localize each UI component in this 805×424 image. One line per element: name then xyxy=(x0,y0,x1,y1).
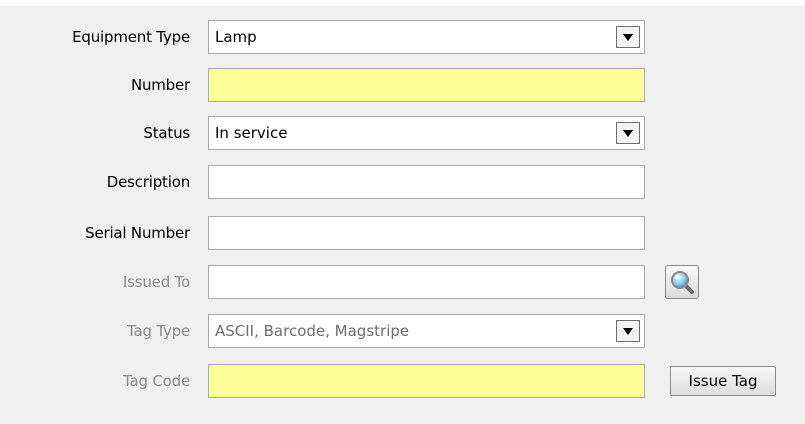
issue-tag-button[interactable]: Issue Tag xyxy=(670,366,776,396)
number-input[interactable] xyxy=(208,68,645,102)
equipment-type-row: Equipment Type Lamp xyxy=(0,20,805,54)
tag-type-dropdown-button[interactable] xyxy=(616,320,640,342)
tag-code-row: Tag Code Issue Tag xyxy=(0,364,805,398)
issued-to-label: Issued To xyxy=(122,273,190,291)
issued-to-lookup-button[interactable] xyxy=(665,265,699,299)
chevron-down-icon xyxy=(623,328,633,335)
tag-code-label: Tag Code xyxy=(123,372,190,390)
serial-number-row: Serial Number xyxy=(0,216,805,250)
number-row: Number xyxy=(0,68,805,102)
number-label: Number xyxy=(130,76,190,94)
status-select[interactable]: In service xyxy=(208,116,645,150)
status-dropdown-button[interactable] xyxy=(616,122,640,144)
tag-type-label: Tag Type xyxy=(126,322,190,340)
tag-type-select[interactable]: ASCII, Barcode, Magstripe xyxy=(208,314,645,348)
serial-number-label: Serial Number xyxy=(85,224,190,242)
status-label: Status xyxy=(143,124,190,142)
equipment-type-label: Equipment Type xyxy=(72,28,190,46)
status-value: In service xyxy=(215,124,288,142)
serial-number-input[interactable] xyxy=(208,216,645,250)
chevron-down-icon xyxy=(623,130,633,137)
tag-code-input[interactable] xyxy=(208,364,645,398)
equipment-form: Equipment Type Lamp Number Status In ser… xyxy=(0,0,805,424)
description-label: Description xyxy=(106,173,190,191)
status-row: Status In service xyxy=(0,116,805,150)
issued-to-row: Issued To xyxy=(0,265,805,299)
equipment-type-value: Lamp xyxy=(215,28,257,46)
issued-to-input[interactable] xyxy=(208,265,645,299)
equipment-type-select[interactable]: Lamp xyxy=(208,20,645,54)
tag-type-row: Tag Type ASCII, Barcode, Magstripe xyxy=(0,314,805,348)
description-input[interactable] xyxy=(208,165,645,199)
magnifier-search-icon xyxy=(671,271,694,294)
chevron-down-icon xyxy=(623,34,633,41)
tag-type-value: ASCII, Barcode, Magstripe xyxy=(215,322,410,340)
equipment-type-dropdown-button[interactable] xyxy=(616,26,640,48)
description-row: Description xyxy=(0,165,805,199)
